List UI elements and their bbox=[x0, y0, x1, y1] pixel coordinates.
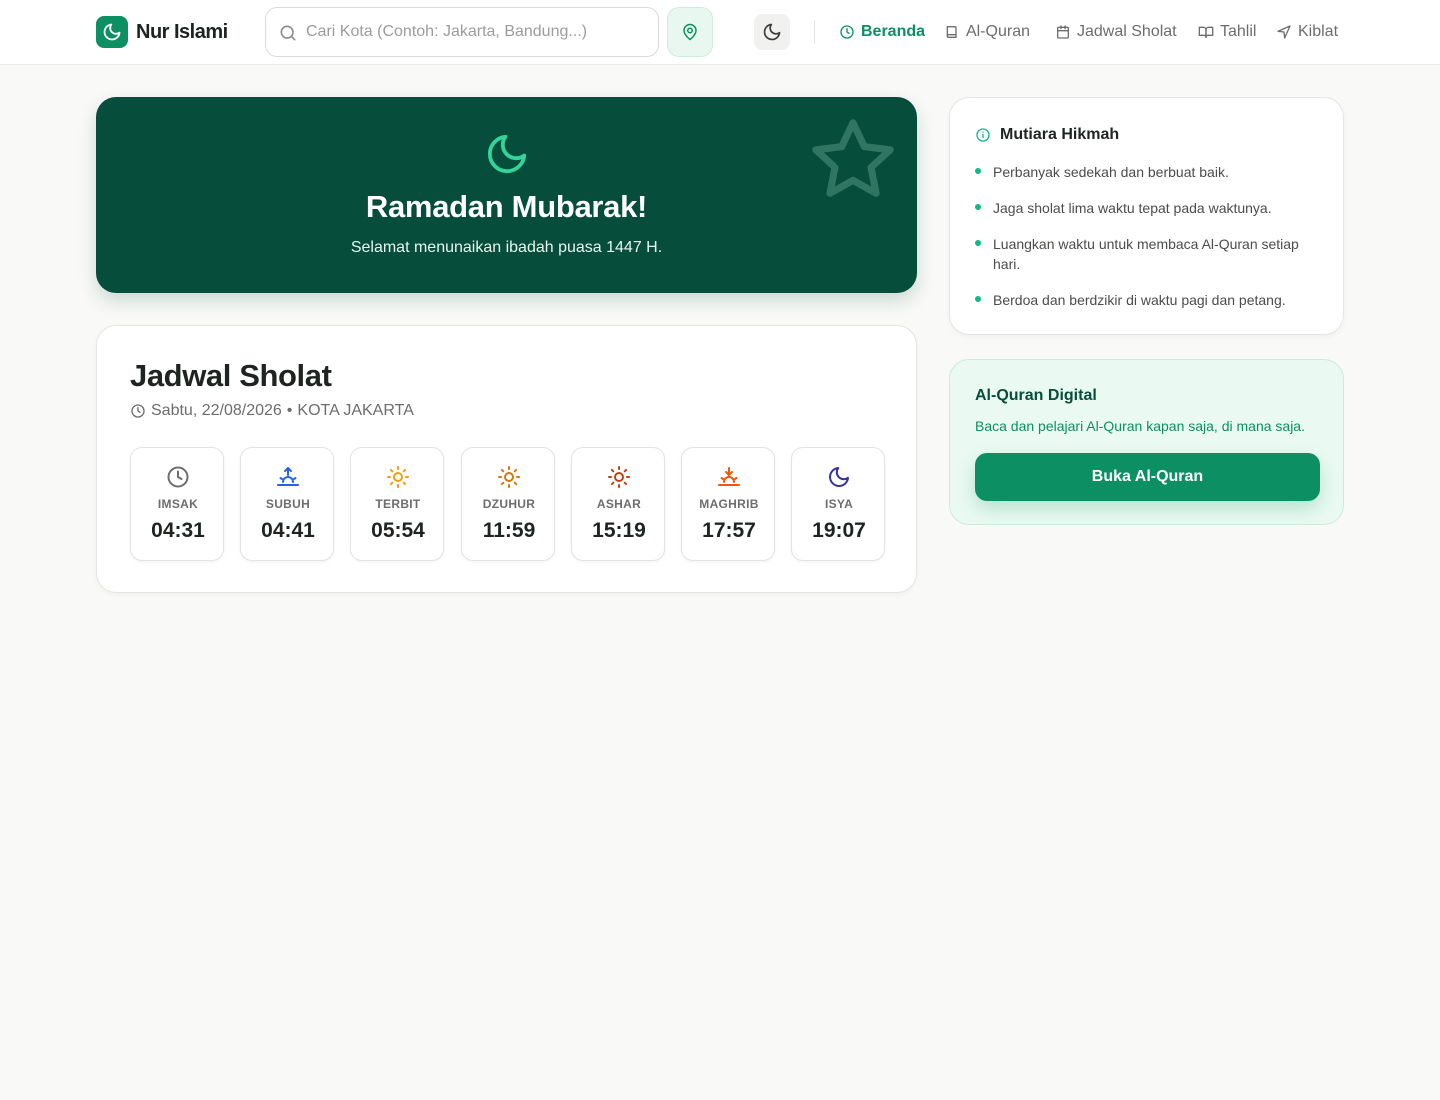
open-book-icon bbox=[1198, 24, 1214, 40]
open-quran-button[interactable]: Buka Al-Quran bbox=[975, 453, 1320, 501]
nav-item-al-quran[interactable]: Al-Quran bbox=[944, 20, 1030, 44]
prayer-name: SUBUH bbox=[265, 497, 311, 511]
wisdom-card: Mutiara Hikmah Perbanyak sedekah dan ber… bbox=[949, 97, 1344, 335]
nav-label: Beranda bbox=[861, 23, 926, 40]
prayer-time: 05:54 bbox=[371, 519, 425, 542]
prayer-name: IMSAK bbox=[157, 497, 199, 511]
wisdom-title: Mutiara Hikmah bbox=[1000, 126, 1120, 143]
sun-icon bbox=[386, 465, 410, 489]
prayer-tile-imsak: IMSAK 04:31 bbox=[130, 447, 224, 561]
schedule-date: Sabtu, 22/08/2026 bbox=[151, 402, 282, 419]
prayer-schedule-card: Jadwal Sholat Sabtu, 22/08/2026 • KOTA J… bbox=[96, 325, 917, 593]
crescent-moon-icon bbox=[484, 131, 530, 177]
quran-card-description: Baca dan pelajari Al-Quran kapan saja, d… bbox=[975, 418, 1305, 434]
wisdom-list: Perbanyak sedekah dan berbuat baik. Jaga… bbox=[975, 162, 1325, 326]
wisdom-text: Berdoa dan berdzikir di waktu pagi dan p… bbox=[993, 292, 1286, 308]
prayer-time: 15:19 bbox=[592, 519, 646, 542]
quran-card-title: Al-Quran Digital bbox=[975, 387, 1097, 404]
sunset-icon bbox=[717, 465, 741, 489]
top-navbar: Nur Islami Beranda Al-Quran bbox=[0, 0, 1440, 65]
list-item: Perbanyak sedekah dan berbuat baik. bbox=[975, 162, 1325, 182]
prayer-name: ISYA bbox=[824, 497, 854, 511]
nav-item-tahlil[interactable]: Tahlil bbox=[1198, 20, 1256, 44]
prayer-tile-subuh: SUBUH 04:41 bbox=[240, 447, 334, 561]
wisdom-header: Mutiara Hikmah bbox=[975, 125, 1119, 145]
wisdom-text: Perbanyak sedekah dan berbuat baik. bbox=[993, 164, 1229, 180]
wisdom-text: Luangkan waktu untuk membaca Al-Quran se… bbox=[993, 236, 1299, 272]
nav-label: Tahlil bbox=[1220, 23, 1257, 40]
sun-icon bbox=[607, 465, 631, 489]
prayer-name: MAGHRIB bbox=[699, 497, 759, 511]
prayer-time: 19:07 bbox=[812, 519, 866, 542]
prayer-name: DZUHUR bbox=[482, 497, 536, 511]
calendar-icon bbox=[1055, 24, 1071, 40]
meta-separator: • bbox=[286, 402, 293, 419]
prayer-tile-isya: ISYA 19:07 bbox=[791, 447, 885, 561]
moon-icon bbox=[827, 465, 851, 489]
nav-label: Jadwal Sholat bbox=[1077, 23, 1177, 40]
clock-icon bbox=[130, 403, 146, 419]
prayer-tile-maghrib: MAGHRIB 17:57 bbox=[681, 447, 775, 561]
bullet-dot bbox=[975, 296, 981, 302]
main-nav: Beranda Al-Quran Jadwal Sholat Tahlil Ki… bbox=[0, 20, 1440, 44]
prayer-time: 04:31 bbox=[151, 519, 205, 542]
info-icon bbox=[975, 127, 991, 143]
hero-subtitle: Selamat menunaikan ibadah puasa 1447 H. bbox=[350, 239, 663, 256]
ramadan-banner: Ramadan Mubarak! Selamat menunaikan ibad… bbox=[96, 97, 917, 293]
sunrise-icon bbox=[276, 465, 300, 489]
nav-item-kiblat[interactable]: Kiblat bbox=[1276, 20, 1338, 44]
schedule-meta: Sabtu, 22/08/2026 • KOTA JAKARTA bbox=[130, 401, 414, 421]
prayer-tile-dzuhur: DZUHUR 11:59 bbox=[461, 447, 555, 561]
hero-title: Ramadan Mubarak! bbox=[365, 189, 648, 224]
sun-icon bbox=[497, 465, 521, 489]
list-item: Berdoa dan berdzikir di waktu pagi dan p… bbox=[975, 290, 1325, 310]
prayer-time: 04:41 bbox=[261, 519, 315, 542]
clock-icon bbox=[166, 465, 190, 489]
prayer-tile-terbit: TERBIT 05:54 bbox=[350, 447, 444, 561]
bullet-dot bbox=[975, 240, 981, 246]
book-icon bbox=[944, 24, 960, 40]
prayer-times-row: IMSAK 04:31 SUBUH 04:41 TERBIT 05:54 DZU… bbox=[130, 447, 885, 561]
prayer-tile-ashar: ASHAR 15:19 bbox=[571, 447, 665, 561]
quran-digital-card: Al-Quran Digital Baca dan pelajari Al-Qu… bbox=[949, 359, 1344, 525]
navigation-icon bbox=[1276, 24, 1292, 40]
wisdom-text: Jaga sholat lima waktu tepat pada waktun… bbox=[993, 200, 1272, 216]
prayer-name: TERBIT bbox=[375, 497, 421, 511]
list-item: Luangkan waktu untuk membaca Al-Quran se… bbox=[975, 234, 1325, 274]
nav-label: Kiblat bbox=[1298, 23, 1339, 40]
nav-label: Al-Quran bbox=[966, 23, 1031, 40]
list-item: Jaga sholat lima waktu tepat pada waktun… bbox=[975, 198, 1325, 218]
prayer-time: 17:57 bbox=[702, 519, 756, 542]
prayer-time: 11:59 bbox=[482, 519, 536, 542]
bullet-dot bbox=[975, 204, 981, 210]
nav-item-jadwal-sholat[interactable]: Jadwal Sholat bbox=[1055, 20, 1177, 44]
prayer-name: ASHAR bbox=[596, 497, 642, 511]
nav-item-beranda[interactable]: Beranda bbox=[839, 20, 925, 44]
bullet-dot bbox=[975, 168, 981, 174]
clock-icon bbox=[839, 24, 855, 40]
schedule-title: Jadwal Sholat bbox=[130, 358, 332, 393]
schedule-city: KOTA JAKARTA bbox=[297, 402, 414, 419]
